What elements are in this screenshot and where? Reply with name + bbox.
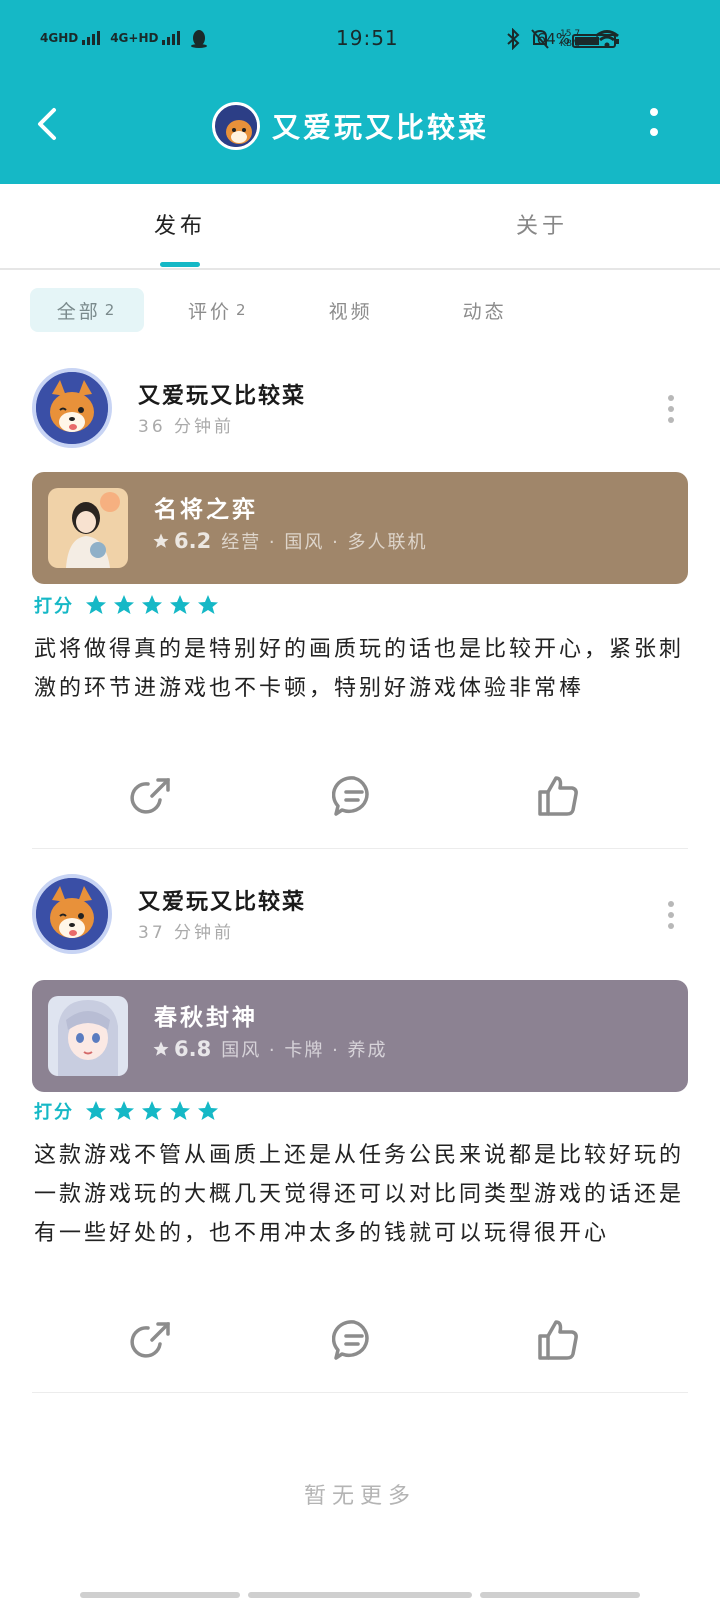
filter-video[interactable]: 视频 [329, 288, 373, 332]
avatar[interactable] [32, 874, 112, 954]
game-score: 6.8 [152, 1037, 211, 1061]
filter-chips: 全部 2 评价 2 视频 动态 [30, 288, 507, 332]
divider [32, 1392, 688, 1393]
post-username[interactable]: 又爱玩又比较菜 [138, 884, 306, 916]
signal-bars-icon [162, 31, 181, 45]
review-text[interactable]: 这款游戏不管从画质上还是从任务公民来说都是比较好玩的一款游戏玩的大概几天觉得还可… [34, 1136, 684, 1253]
main-tabs: 发布 关于 [0, 184, 720, 270]
divider [32, 848, 688, 849]
star-icon [153, 533, 169, 548]
like-icon[interactable] [536, 1318, 580, 1362]
header-title-group: 又爱玩又比较菜 [212, 102, 489, 150]
filter-review[interactable]: 评价 2 [188, 288, 249, 332]
home-indicator[interactable] [248, 1592, 472, 1598]
post-time: 37 分钟前 [138, 923, 235, 943]
post-username[interactable]: 又爱玩又比较菜 [138, 378, 306, 410]
game-score-value: 6.2 [174, 529, 212, 553]
network-label-2: 4G+HD [110, 31, 159, 45]
game-card[interactable]: 春秋封神 6.8 国风 · 卡牌 · 养成 [32, 980, 688, 1092]
status-bar: 4GHD 4G+HD 19:51 15.7 KB/s 64% [0, 0, 720, 80]
game-card[interactable]: 名将之弈 6.2 经营 · 国风 · 多人联机 [32, 472, 688, 584]
rating-stars [84, 593, 220, 617]
rating-row: 打分 [34, 1098, 220, 1124]
game-name: 春秋封神 [154, 1005, 258, 1031]
star-icon [142, 595, 162, 614]
game-name: 名将之弈 [154, 497, 258, 523]
star-icon [198, 595, 218, 614]
signal-1: 4GHD [40, 31, 101, 45]
share-icon[interactable] [130, 774, 174, 818]
share-icon[interactable] [130, 1318, 174, 1362]
star-icon [114, 1101, 134, 1120]
star-icon [86, 595, 106, 614]
signal-bars-icon [82, 31, 101, 45]
filter-all[interactable]: 全部 2 [30, 288, 144, 332]
post-actions [0, 1318, 720, 1366]
status-left: 4GHD 4G+HD [40, 28, 208, 48]
penguin-icon [191, 30, 208, 48]
bluetooth-icon [507, 28, 520, 50]
battery-percent: 64% [536, 30, 570, 48]
tab-publish[interactable]: 发布 [154, 208, 206, 240]
game-tags: 经营 · 国风 · 多人联机 [221, 532, 428, 553]
review-text[interactable]: 武将做得真的是特别好的画质玩的话也是比较开心，紧张刺激的环节进游戏也不卡顿，特别… [34, 630, 684, 708]
back-button[interactable] [28, 104, 68, 144]
signal-2: 4G+HD [110, 31, 181, 45]
status-time: 19:51 [336, 26, 399, 50]
filter-dynamic[interactable]: 动态 [463, 288, 507, 332]
comment-icon[interactable] [332, 1318, 376, 1362]
post-more-icon[interactable] [666, 900, 676, 930]
tab-indicator [160, 262, 200, 267]
filter-review-count: 2 [236, 301, 249, 319]
game-icon-image [48, 996, 128, 1076]
star-icon [198, 1101, 218, 1120]
star-icon [114, 595, 134, 614]
rating-label: 打分 [34, 1102, 74, 1123]
nav-bar-segment [480, 1592, 640, 1598]
game-score: 6.2 [152, 529, 211, 553]
nav-bar-segment [80, 1592, 240, 1598]
like-icon[interactable] [536, 774, 580, 818]
filter-all-count: 2 [104, 301, 118, 319]
filter-dynamic-label: 动态 [462, 300, 507, 323]
game-score-value: 6.8 [174, 1037, 212, 1061]
game-icon-image [48, 488, 128, 568]
tab-about[interactable]: 关于 [516, 208, 568, 240]
more-options-button[interactable] [644, 106, 664, 142]
page-title: 又爱玩又比较菜 [272, 111, 490, 144]
star-icon [153, 1041, 169, 1056]
comment-icon[interactable] [332, 774, 376, 818]
star-icon [86, 1101, 106, 1120]
star-icon [170, 1101, 190, 1120]
battery-fill [575, 37, 599, 45]
no-more-text: 暂无更多 [303, 1484, 416, 1509]
post-more-icon[interactable] [666, 394, 676, 424]
rating-row: 打分 [34, 592, 220, 618]
filter-review-label: 评价 [188, 300, 233, 323]
game-meta: 6.2 经营 · 国风 · 多人联机 [152, 528, 428, 554]
user-avatar-small [212, 102, 260, 150]
app-header: 4GHD 4G+HD 19:51 15.7 KB/s 64% 又爱玩又比较菜 [0, 0, 720, 184]
post-time: 36 分钟前 [138, 417, 235, 437]
avatar[interactable] [32, 368, 112, 448]
star-icon [142, 1101, 162, 1120]
star-icon [170, 595, 190, 614]
battery-icon [572, 34, 619, 48]
filter-all-label: 全部 [56, 300, 101, 323]
game-meta: 6.8 国风 · 卡牌 · 养成 [152, 1036, 388, 1062]
post-actions [0, 774, 720, 822]
game-tags: 国风 · 卡牌 · 养成 [221, 1040, 388, 1061]
rating-stars [84, 1099, 220, 1123]
filter-video-label: 视频 [328, 300, 373, 323]
rating-label: 打分 [34, 596, 74, 617]
network-label-1: 4GHD [40, 31, 79, 45]
